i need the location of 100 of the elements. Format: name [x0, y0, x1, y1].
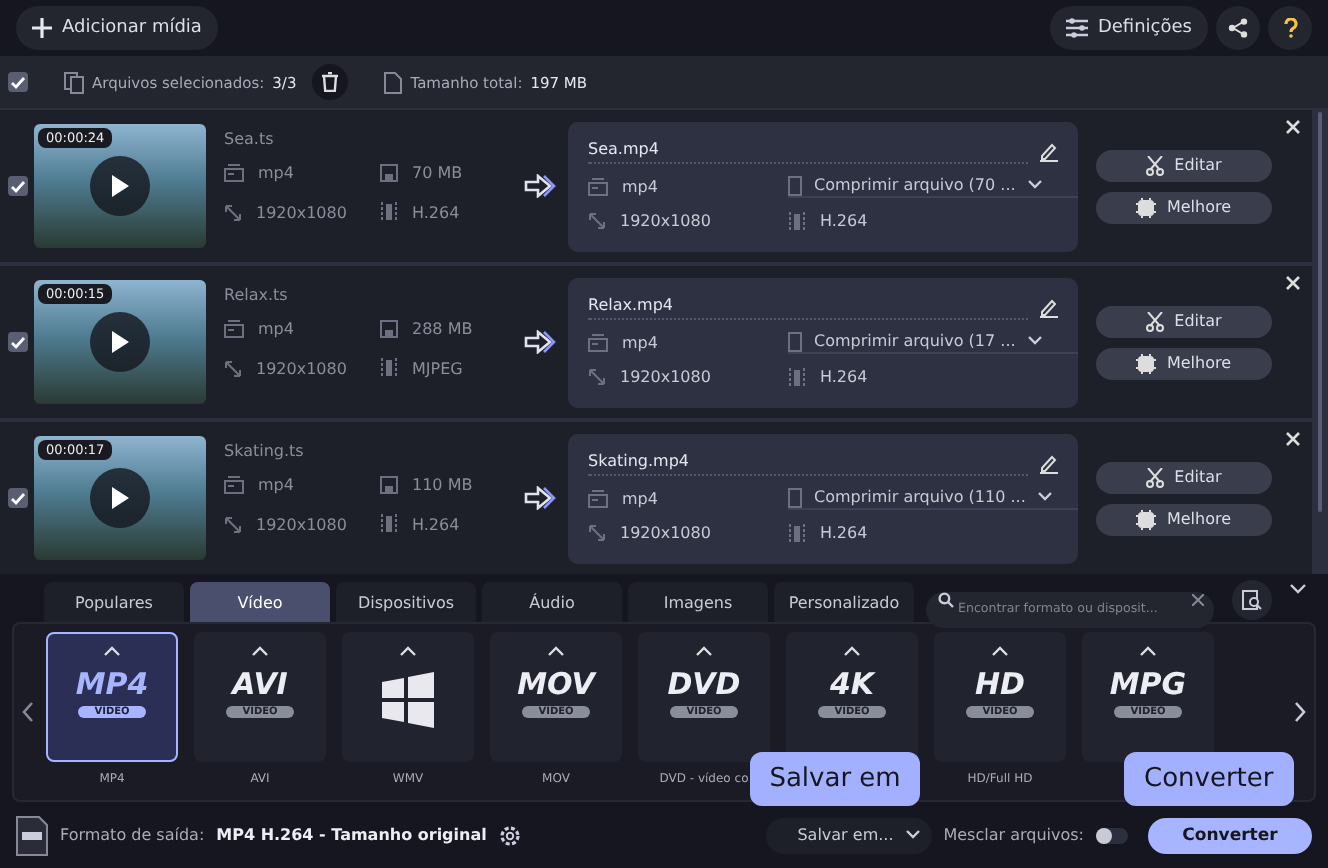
output-file-name[interactable]: Skating.mp4 — [588, 451, 1028, 475]
output-format: mp4 — [622, 177, 658, 195]
chevron-right-icon[interactable] — [1294, 702, 1306, 722]
edit-button[interactable]: Editar — [1096, 149, 1272, 181]
format-tab[interactable]: Dispositivos — [336, 582, 476, 622]
container-icon — [224, 164, 244, 182]
codec-icon — [380, 514, 398, 534]
convert-button[interactable]: Converter — [1148, 817, 1312, 853]
help-button[interactable] — [1268, 6, 1312, 50]
format-logo: HD — [974, 668, 1025, 702]
save-to-dropdown[interactable]: Salvar em... — [765, 817, 932, 853]
chevron-down-icon — [1027, 180, 1042, 190]
pencil-icon[interactable] — [1040, 453, 1058, 473]
profile-dropdown[interactable]: Comprimir arquivo (110 ... — [788, 487, 1078, 509]
settings-icon[interactable] — [498, 823, 523, 847]
source-format: mp4 — [258, 476, 294, 494]
output-resolution: 1920x1080 — [620, 524, 711, 542]
edit-button[interactable]: Editar — [1096, 461, 1272, 493]
format-logo: AVI — [232, 668, 288, 702]
format-tab[interactable]: Imagens — [628, 582, 768, 622]
enhance-button[interactable]: Melhore — [1096, 503, 1272, 535]
merge-toggle[interactable] — [1096, 827, 1128, 843]
resize-icon — [588, 212, 606, 230]
close-icon[interactable] — [1286, 120, 1300, 134]
source-size: 288 MB — [412, 320, 473, 338]
play-button[interactable] — [90, 312, 150, 372]
format-logo: MP4 — [75, 668, 149, 702]
source-size: 70 MB — [412, 164, 463, 182]
scissors-icon — [1146, 311, 1165, 331]
device-detect-button[interactable] — [1232, 580, 1272, 620]
clear-icon[interactable] — [1192, 594, 1204, 606]
ai-chip-icon — [1136, 509, 1157, 529]
enhance-button[interactable]: Melhore — [1096, 191, 1272, 223]
settings-button[interactable]: Definições — [1049, 6, 1208, 50]
container-icon — [224, 320, 244, 338]
source-resolution: 1920x1080 — [256, 515, 347, 533]
codec-icon — [788, 211, 806, 231]
chevron-down-icon — [1037, 492, 1052, 502]
resize-icon — [224, 203, 242, 221]
search-icon — [938, 592, 954, 608]
chevron-down-icon[interactable] — [1290, 584, 1306, 594]
chevron-down-icon — [1027, 336, 1042, 346]
device-search-icon — [1242, 590, 1262, 610]
scrollbar[interactable] — [1318, 112, 1322, 512]
play-icon — [110, 174, 130, 198]
chevron-up-icon — [992, 646, 1008, 656]
output-resolution: 1920x1080 — [620, 212, 711, 230]
play-button[interactable] — [90, 156, 150, 216]
output-format-value[interactable]: MP4 H.264 - Tamanho original — [216, 826, 487, 844]
codec-icon — [788, 523, 806, 543]
pencil-icon[interactable] — [1040, 297, 1058, 317]
sliders-icon — [1065, 18, 1088, 38]
chevron-up-icon — [844, 646, 860, 656]
pencil-icon[interactable] — [1040, 141, 1058, 161]
format-logo: MOV — [517, 668, 595, 702]
play-icon — [110, 486, 130, 510]
file-checkbox[interactable] — [8, 176, 28, 196]
close-icon[interactable] — [1286, 432, 1300, 446]
output-resolution: 1920x1080 — [620, 368, 711, 386]
enhance-button[interactable]: Melhore — [1096, 347, 1272, 379]
source-codec: H.264 — [412, 203, 460, 221]
file-checkbox[interactable] — [8, 332, 28, 352]
delete-button[interactable] — [312, 64, 349, 100]
file-icon — [384, 71, 403, 93]
play-button[interactable] — [90, 468, 150, 528]
source-file-name: Sea.ts — [224, 130, 276, 148]
edit-button[interactable]: Editar — [1096, 305, 1272, 337]
source-codec: H.264 — [412, 515, 460, 533]
chevron-left-icon[interactable] — [22, 702, 34, 722]
format-tab[interactable]: Áudio — [482, 582, 622, 622]
source-file-name: Relax.ts — [224, 286, 290, 304]
resize-icon — [588, 524, 606, 542]
format-logo: DVD — [667, 668, 741, 702]
question-icon — [1283, 18, 1297, 38]
convert-arrow-icon — [524, 174, 556, 198]
play-icon — [110, 330, 130, 354]
add-media-button[interactable]: Adicionar mídia — [16, 6, 218, 50]
format-tab[interactable]: Personalizado — [774, 582, 914, 622]
format-tab[interactable]: Populares — [44, 582, 184, 622]
convert-arrow-icon — [524, 330, 556, 354]
close-icon[interactable] — [1286, 276, 1300, 290]
output-codec: H.264 — [820, 212, 868, 230]
chevron-up-icon — [400, 646, 416, 656]
convert-arrow-icon — [524, 486, 556, 510]
output-format: mp4 — [622, 489, 658, 507]
source-resolution: 1920x1080 — [256, 359, 347, 377]
source-size: 110 MB — [412, 476, 473, 494]
select-all-checkbox[interactable] — [8, 72, 28, 92]
share-icon — [1228, 18, 1248, 38]
profile-dropdown[interactable]: Comprimir arquivo (17 ... — [788, 331, 1078, 353]
file-checkbox[interactable] — [8, 488, 28, 508]
share-button[interactable] — [1216, 6, 1260, 50]
profile-dropdown[interactable]: Comprimir arquivo (70 ... — [788, 175, 1078, 197]
format-tab[interactable]: Vídeo — [190, 582, 330, 622]
output-file-name[interactable]: Sea.mp4 — [588, 139, 1028, 163]
output-file-name[interactable]: Relax.mp4 — [588, 295, 1028, 319]
profile-icon — [788, 331, 802, 351]
chevron-up-icon — [696, 646, 712, 656]
format-tile[interactable] — [342, 632, 474, 762]
ai-chip-icon — [1136, 197, 1157, 217]
